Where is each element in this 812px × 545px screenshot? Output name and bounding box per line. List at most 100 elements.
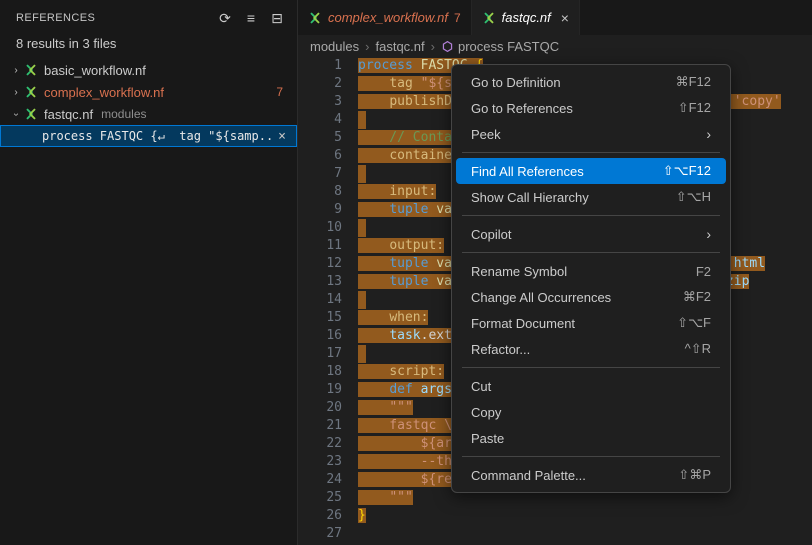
results-summary: 8 results in 3 files	[0, 35, 297, 59]
line-number: 22	[298, 435, 358, 453]
line-number: 10	[298, 219, 358, 237]
menu-item-shortcut: ⇧F12	[678, 100, 711, 116]
menu-item-paste[interactable]: Paste	[456, 425, 726, 451]
menu-item-label: Refactor...	[471, 342, 661, 357]
tab-fastqc-nf[interactable]: fastqc.nf ×	[472, 0, 580, 35]
chevron-right-icon[interactable]: ›	[8, 65, 24, 76]
code-text: """	[358, 399, 413, 417]
menu-item-label: Cut	[471, 379, 711, 394]
breadcrumb-label: modules	[310, 39, 359, 54]
breadcrumb-item-process-fastqc[interactable]: process FASTQC	[441, 39, 559, 54]
nextflow-icon	[24, 85, 38, 99]
tree-item-complex-workflow-nf[interactable]: ›complex_workflow.nf7	[0, 81, 297, 103]
symbol-icon	[441, 40, 454, 53]
line-number: 14	[298, 291, 358, 309]
line-number: 7	[298, 165, 358, 183]
selection-highlight	[358, 345, 366, 363]
menu-separator	[462, 367, 720, 368]
refresh-icon[interactable]: ⟳	[215, 8, 235, 28]
menu-item-go-to-references[interactable]: Go to References ⇧F12	[456, 95, 726, 121]
reference-count-badge: 7	[276, 85, 283, 99]
problems-badge: 7	[454, 11, 461, 25]
line-number: 15	[298, 309, 358, 327]
menu-item-find-all-references[interactable]: Find All References⇧⌥F12	[456, 158, 726, 184]
menu-item-copilot[interactable]: Copilot›	[456, 221, 726, 247]
menu-item-label: Show Call Hierarchy	[471, 190, 652, 205]
menu-item-label: Go to References	[471, 101, 654, 116]
line-number: 6	[298, 147, 358, 165]
menu-item-rename-symbol[interactable]: Rename SymbolF2	[456, 258, 726, 284]
menu-item-shortcut: F2	[696, 264, 711, 279]
selection-highlight: """	[358, 400, 413, 415]
menu-item-command-palette[interactable]: Command Palette... ⇧⌘P	[456, 462, 726, 488]
menu-separator	[462, 215, 720, 216]
file-name: fastqc.nf	[44, 107, 93, 122]
tree-item-fastqc-nf[interactable]: › fastqc.nf modules	[0, 103, 297, 125]
code-text: fastqc \	[358, 417, 452, 435]
menu-item-label: Format Document	[471, 316, 653, 331]
tab-complex-workflow-nf[interactable]: complex_workflow.nf 7	[298, 0, 472, 35]
menu-item-cut[interactable]: Cut	[456, 373, 726, 399]
collapse-all-icon[interactable]: ⊟	[267, 8, 287, 28]
breadcrumb: modules›fastqc.nf›process FASTQC	[298, 35, 812, 57]
code-text	[358, 111, 366, 129]
menu-item-label: Find All References	[471, 164, 639, 179]
code-text	[358, 291, 366, 309]
line-number: 1	[298, 57, 358, 75]
references-panel: REFERENCES ⟳ ≡ ⊟ 8 results in 3 files ›bas…	[0, 0, 298, 545]
breadcrumb-label: process FASTQC	[458, 39, 559, 54]
selection-highlight	[358, 291, 366, 309]
menu-item-go-to-definition[interactable]: Go to Definition⌘F12	[456, 69, 726, 95]
references-tree: ›basic_workflow.nf›complex_workflow.nf7›…	[0, 59, 297, 147]
selection-highlight: when:	[358, 310, 428, 325]
menu-item-show-call-hierarchy[interactable]: Show Call Hierarchy⇧⌥H	[456, 184, 726, 210]
code-text	[358, 345, 366, 363]
menu-item-refactor[interactable]: Refactor... ^⇧R	[456, 336, 726, 362]
selection-highlight: fastqc \	[358, 418, 452, 433]
line-number: 3	[298, 93, 358, 111]
menu-item-copy[interactable]: Copy	[456, 399, 726, 425]
selection-highlight	[358, 219, 366, 237]
line-number: 27	[298, 525, 358, 543]
tab-label: fastqc.nf	[502, 10, 551, 25]
close-icon[interactable]: ×	[561, 10, 569, 26]
line-number: 21	[298, 417, 358, 435]
menu-item-peek[interactable]: Peek›	[456, 121, 726, 147]
breadcrumb-item-fastqc-nf[interactable]: fastqc.nf	[375, 39, 424, 54]
menu-item-shortcut: ⇧⌘P	[678, 467, 711, 483]
nextflow-icon	[24, 107, 38, 121]
clear-all-icon[interactable]: ≡	[241, 8, 261, 28]
reference-result[interactable]: process FASTQC {↵ tag "${samp...×	[0, 125, 297, 147]
menu-item-shortcut: ⇧⌥F	[677, 315, 711, 331]
file-path: modules	[101, 107, 146, 121]
submenu-arrow-icon: ›	[706, 126, 711, 142]
sidebar-actions: ⟳ ≡ ⊟	[215, 8, 287, 28]
chevron-right-icon[interactable]: ›	[8, 87, 24, 98]
nextflow-icon	[308, 11, 322, 25]
chevron-down-icon[interactable]: ›	[11, 106, 22, 122]
line-number: 12	[298, 255, 358, 273]
line-number: 2	[298, 75, 358, 93]
menu-item-label: Paste	[471, 431, 711, 446]
code-text	[358, 219, 366, 237]
menu-item-shortcut: ^⇧R	[685, 341, 711, 357]
menu-item-shortcut: ⌘F2	[683, 289, 711, 305]
tab-bar: complex_workflow.nf 7 fastqc.nf ×	[298, 0, 812, 35]
selection-highlight: }	[358, 508, 366, 523]
dismiss-icon[interactable]: ×	[278, 129, 286, 144]
panel-title: REFERENCES	[16, 12, 215, 24]
menu-separator	[462, 152, 720, 153]
code-text	[358, 165, 366, 183]
code-text: output:	[358, 237, 444, 255]
menu-item-label: Command Palette...	[471, 468, 654, 483]
menu-item-label: Go to Definition	[471, 75, 652, 90]
menu-separator	[462, 252, 720, 253]
chevron-separator-icon: ›	[431, 39, 435, 54]
menu-item-format-document[interactable]: Format Document ⇧⌥F	[456, 310, 726, 336]
breadcrumb-item-modules[interactable]: modules	[310, 39, 359, 54]
tab-label: complex_workflow.nf	[328, 10, 448, 25]
vscode-window: REFERENCES ⟳ ≡ ⊟ 8 results in 3 files ›bas…	[0, 0, 812, 545]
code-text: }	[358, 507, 366, 525]
menu-item-change-all-occurrences[interactable]: Change All Occurrences⌘F2	[456, 284, 726, 310]
tree-item-basic-workflow-nf[interactable]: ›basic_workflow.nf	[0, 59, 297, 81]
